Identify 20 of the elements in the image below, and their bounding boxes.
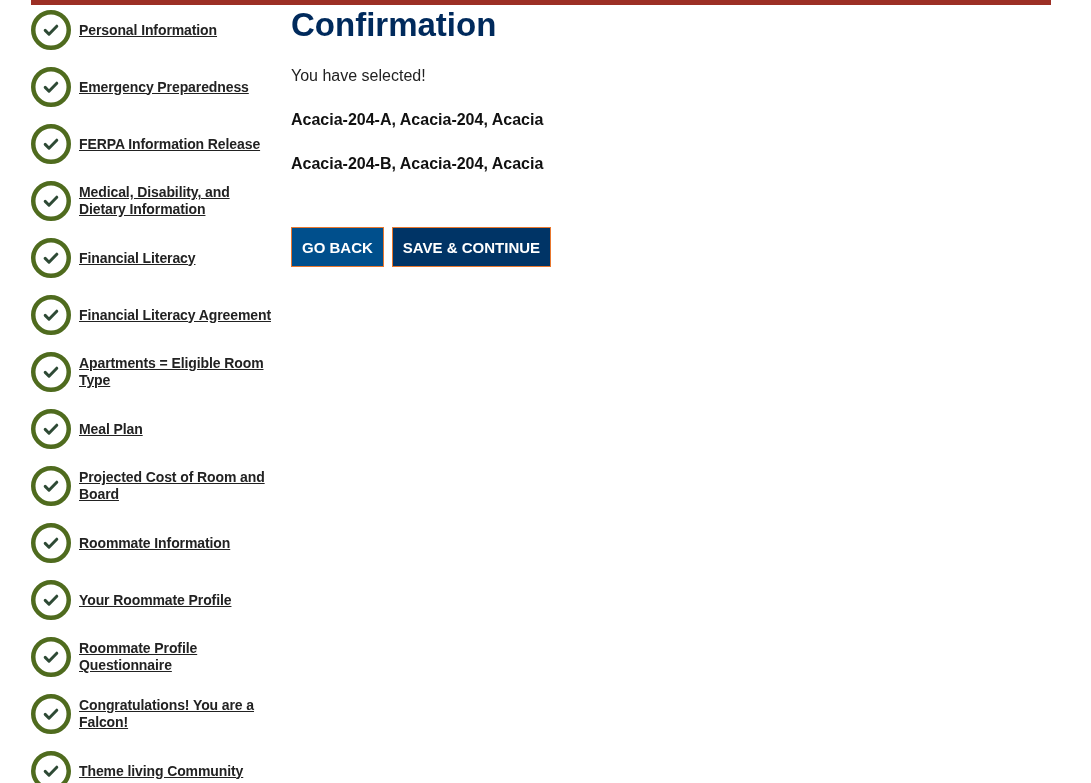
step-link[interactable]: FERPA Information Release xyxy=(79,135,261,153)
step-link[interactable]: Your Roommate Profile xyxy=(79,591,232,609)
step-link[interactable]: Congratulations! You are a Falcon! xyxy=(79,697,275,731)
step-link[interactable]: Meal Plan xyxy=(79,420,143,438)
step-link[interactable]: Financial Literacy xyxy=(79,249,196,267)
step-link[interactable]: Roommate Information xyxy=(79,534,231,552)
step-link[interactable]: Emergency Preparedness xyxy=(79,78,249,96)
intro-text: You have selected! xyxy=(291,66,426,86)
selection-text: Acacia-204-B, Acacia-204, Acacia xyxy=(291,154,544,174)
step-link[interactable]: Roommate Profile Questionnaire xyxy=(79,640,275,674)
go-back-button[interactable]: GO BACK xyxy=(291,227,384,267)
step-link[interactable]: Financial Literacy Agreement xyxy=(79,306,271,324)
step-link[interactable]: Theme living Community xyxy=(79,762,244,780)
step-link[interactable]: Projected Cost of Room and Board xyxy=(79,469,275,503)
selection-text: Acacia-204-A, Acacia-204, Acacia xyxy=(291,110,544,130)
step-link[interactable]: Medical, Disability, and Dietary Information xyxy=(79,184,275,218)
save-continue-button[interactable]: SAVE & CONTINUE xyxy=(391,227,552,267)
page-heading: Confirmation xyxy=(291,5,497,45)
step-link[interactable]: Apartments = Eligible Room Type xyxy=(79,355,275,389)
step-link[interactable]: Personal Information xyxy=(79,21,218,39)
